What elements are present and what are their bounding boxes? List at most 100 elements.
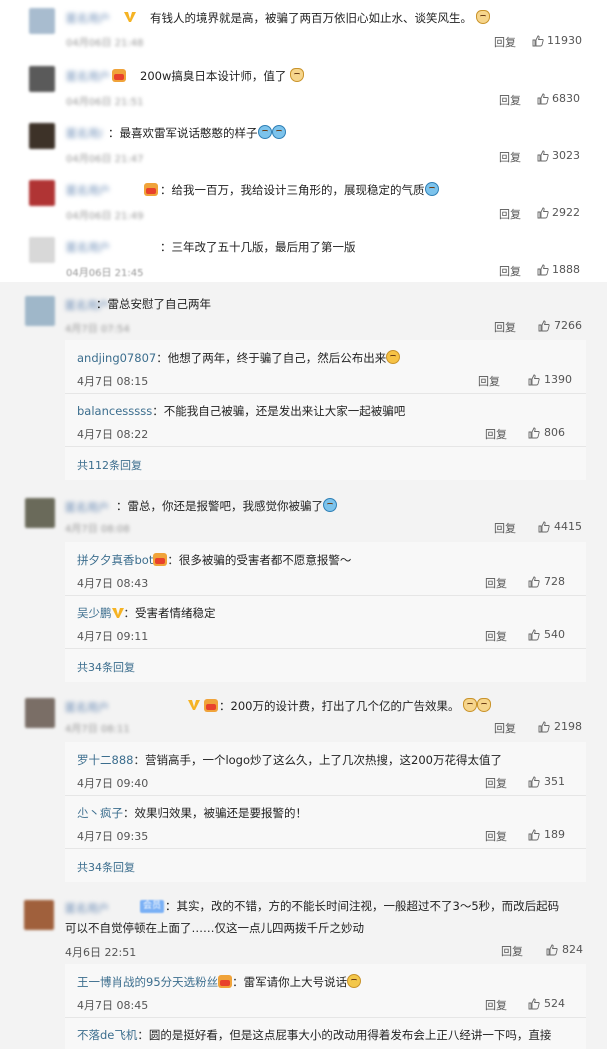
thumbs-up-icon bbox=[538, 721, 550, 732]
thumbs-up-icon bbox=[538, 521, 550, 532]
reply-button[interactable]: 回复 bbox=[478, 373, 500, 389]
reply-button[interactable]: 回复 bbox=[485, 426, 507, 442]
reply-text: 营销高手，一个logo炒了这么久，上了几次热搜，这200万花得太值了 bbox=[144, 753, 502, 767]
username[interactable]: 匿名用户 bbox=[66, 10, 130, 24]
divider bbox=[65, 446, 586, 447]
reply-username[interactable]: 吴少鹏 bbox=[77, 606, 112, 620]
like-count: 11930 bbox=[547, 34, 582, 47]
avatar[interactable] bbox=[25, 498, 55, 528]
avatar[interactable] bbox=[25, 296, 55, 326]
thumbs-up-icon bbox=[528, 374, 540, 385]
comment-text: 三年改了五十几版，最后用了第一版 bbox=[171, 240, 356, 254]
reply-list: 拼夕夕真香bot ：很多被骗的受害者都不愿意报警～ 4月7日 08:43 回复 7… bbox=[65, 542, 586, 682]
like-button[interactable]: 3023 bbox=[537, 149, 580, 162]
comment-thread: 匿名用户 ：200万的设计费，打出了几个亿的广告效果。 4月7日 08:11 回… bbox=[0, 692, 607, 892]
reply-item: 王一博肖战的95分天选粉丝 ：雷军请你上大号说话 bbox=[77, 974, 362, 990]
avatar[interactable] bbox=[29, 123, 55, 149]
reply-button[interactable]: 回复 bbox=[501, 943, 523, 959]
username[interactable]: 匿名用户 bbox=[66, 125, 102, 139]
reply-button[interactable]: 回复 bbox=[494, 34, 516, 50]
like-button[interactable]: 824 bbox=[546, 943, 583, 956]
avatar[interactable] bbox=[29, 237, 55, 263]
reply-text: 受害者情绪稳定 bbox=[135, 606, 216, 620]
top-comment: 匿名用户 ：三年改了五十几版，最后用了第一版 04月06日 21:45 回复 1… bbox=[0, 228, 607, 285]
reply-username[interactable]: andjing07807 bbox=[77, 351, 156, 365]
thumbs-up-icon bbox=[537, 264, 549, 275]
thumbs-up-icon bbox=[528, 998, 540, 1009]
reply-username[interactable]: 尐丶疯子 bbox=[77, 806, 123, 820]
reply-list: 罗十二888：营销高手，一个logo炒了这么久，上了几次热搜，这200万花得太值… bbox=[65, 742, 586, 882]
like-button[interactable]: 6830 bbox=[537, 92, 580, 105]
reply-button[interactable]: 回复 bbox=[494, 520, 516, 536]
reply-username[interactable]: 罗十二888 bbox=[77, 753, 133, 767]
thumbs-up-icon bbox=[537, 93, 549, 104]
like-count: 824 bbox=[562, 943, 583, 956]
avatar[interactable] bbox=[29, 180, 55, 206]
fan-badge-icon bbox=[153, 553, 168, 566]
comment-date: 4月7日 07:54 bbox=[65, 324, 130, 335]
reply-item: 不落de飞机：圆的是挺好看，但是这点屁事大小的改动用得着发布会上正八经讲一下吗，… bbox=[77, 1028, 552, 1042]
like-button[interactable]: 1390 bbox=[528, 373, 572, 386]
reply-button[interactable]: 回复 bbox=[494, 319, 516, 335]
reply-date: 4月7日 08:15 bbox=[77, 375, 149, 388]
comment-text-line1: 其实，改的不错，方的不能长时间注视，一般超过不了3～5秒，而改后起码 bbox=[176, 899, 560, 913]
username[interactable]: 匿名用户 bbox=[65, 900, 135, 916]
reply-button[interactable]: 回复 bbox=[485, 575, 507, 591]
more-replies-link[interactable]: 共34条回复 bbox=[77, 859, 135, 875]
like-button[interactable]: 2198 bbox=[538, 720, 582, 733]
reply-item: balancesssss：不能我自己被骗，还是发出来让大家一起被骗吧 bbox=[77, 404, 406, 418]
like-button[interactable]: 11930 bbox=[532, 34, 582, 47]
like-count: 351 bbox=[544, 775, 565, 788]
like-button[interactable]: 806 bbox=[528, 426, 565, 439]
reply-button[interactable]: 回复 bbox=[499, 92, 521, 108]
comment-text-line2: 可以不自觉停顿在上面了……仅这一点儿四两拨千斤之妙动 bbox=[65, 921, 364, 935]
avatar[interactable] bbox=[25, 698, 55, 728]
reply-list: 王一博肖战的95分天选粉丝 ：雷军请你上大号说话 4月7日 08:45 回复 52… bbox=[65, 964, 586, 1049]
like-button[interactable]: 4415 bbox=[538, 520, 582, 533]
like-button[interactable]: 540 bbox=[528, 628, 565, 641]
grinning-emoji-icon bbox=[386, 350, 401, 364]
divider bbox=[65, 648, 586, 649]
username[interactable]: 匿名用户 bbox=[66, 68, 111, 82]
reply-button[interactable]: 回复 bbox=[485, 775, 507, 791]
thumbs-up-icon bbox=[528, 427, 540, 438]
reply-username[interactable]: balancesssss bbox=[77, 404, 152, 418]
reply-button[interactable]: 回复 bbox=[485, 628, 507, 644]
reply-text: 很多被骗的受害者都不愿意报警～ bbox=[178, 553, 352, 567]
like-button[interactable]: 2922 bbox=[537, 206, 580, 219]
avatar[interactable] bbox=[24, 900, 54, 930]
like-button[interactable]: 189 bbox=[528, 828, 565, 841]
thumbs-up-icon bbox=[537, 150, 549, 161]
reply-button[interactable]: 回复 bbox=[485, 828, 507, 844]
more-replies-link[interactable]: 共34条回复 bbox=[77, 659, 135, 675]
username[interactable]: 匿名用户 bbox=[65, 699, 175, 715]
like-count: 2198 bbox=[554, 720, 582, 733]
fan-badge-icon bbox=[218, 975, 233, 988]
avatar[interactable] bbox=[29, 8, 55, 34]
like-button[interactable]: 7266 bbox=[538, 319, 582, 332]
username[interactable]: 匿名用户 bbox=[65, 499, 115, 515]
more-replies-link[interactable]: 共112条回复 bbox=[77, 457, 142, 473]
reply-username[interactable]: 拼夕夕真香bot bbox=[77, 553, 153, 567]
avatar[interactable] bbox=[29, 66, 55, 92]
like-count: 1390 bbox=[544, 373, 572, 386]
like-button[interactable]: 1888 bbox=[537, 263, 580, 276]
like-count: 189 bbox=[544, 828, 565, 841]
username[interactable]: 匿名用户 bbox=[66, 182, 141, 196]
reply-button[interactable]: 回复 bbox=[499, 263, 521, 279]
username[interactable]: 匿名用户 bbox=[66, 239, 154, 253]
reply-username[interactable]: 王一博肖战的95分天选粉丝 bbox=[77, 975, 218, 989]
thumbs-up-icon bbox=[528, 776, 540, 787]
thumbs-up-icon bbox=[528, 829, 540, 840]
like-button[interactable]: 728 bbox=[528, 575, 565, 588]
reply-button[interactable]: 回复 bbox=[485, 997, 507, 1013]
username[interactable]: 匿名用户 bbox=[65, 297, 109, 313]
reply-item: 吴少鹏 ：受害者情绪稳定 bbox=[77, 606, 216, 620]
reply-button[interactable]: 回复 bbox=[499, 149, 521, 165]
like-button[interactable]: 351 bbox=[528, 775, 565, 788]
reply-button[interactable]: 回复 bbox=[499, 206, 521, 222]
fan-badge-icon bbox=[204, 699, 218, 712]
reply-username[interactable]: 不落de飞机 bbox=[77, 1028, 137, 1042]
reply-button[interactable]: 回复 bbox=[494, 720, 516, 736]
like-button[interactable]: 524 bbox=[528, 997, 565, 1010]
